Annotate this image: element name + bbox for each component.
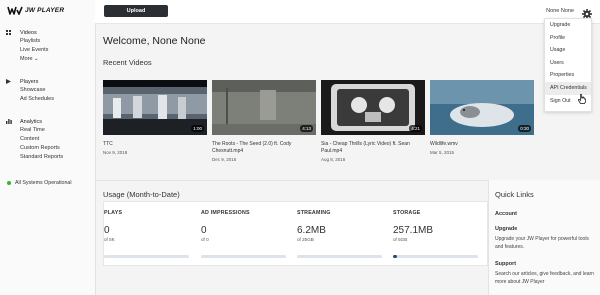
video-thumbnail[interactable]: 0:30 xyxy=(430,80,534,135)
upload-button[interactable]: Upload xyxy=(104,5,168,17)
video-title[interactable]: Sia - Cheap Thrills (Lyric Video) ft. Se… xyxy=(321,141,425,155)
stat-label: PLAYS xyxy=(104,210,123,216)
quick-link-account[interactable]: Account xyxy=(495,211,517,217)
quick-link-support-text: Search our articles, give feedback, and … xyxy=(495,271,594,285)
stat-ad-impressions: AD IMPRESSIONS 0 of 0 xyxy=(201,210,286,242)
usage-progress-bar xyxy=(104,255,189,258)
menu-item-profile[interactable]: Profile xyxy=(545,32,591,45)
nav-more[interactable]: More ⌄ xyxy=(0,55,95,64)
stat-value: 0 xyxy=(104,225,110,236)
video-duration: 0:30 xyxy=(518,125,531,132)
quick-link-support[interactable]: Support xyxy=(495,261,516,267)
nav-analytics-label: Analytics xyxy=(20,118,43,125)
nav-standard-reports[interactable]: Standard Reports xyxy=(0,153,95,162)
stat-value: 0 xyxy=(201,225,207,236)
video-thumbnail[interactable]: 1:00 xyxy=(103,80,207,135)
stat-limit: of 5K xyxy=(104,237,115,242)
video-card[interactable]: 4:21 Sia - Cheap Thrills (Lyric Video) f… xyxy=(321,80,425,162)
hand-cursor-icon xyxy=(578,91,586,109)
usage-card: PLAYS 0 of 5K AD IMPRESSIONS 0 of 0 STRE… xyxy=(103,201,488,266)
recent-videos-title: Recent Videos xyxy=(103,58,152,67)
system-status[interactable]: All Systems Operational xyxy=(7,180,72,186)
sidebar: JW PLAYER Videos Playlists Live Events M… xyxy=(0,0,96,295)
nav-content[interactable]: Content xyxy=(0,135,95,144)
play-icon xyxy=(6,79,15,84)
video-card[interactable]: 0:30 Wildlife.wmv Mar 5, 2015 xyxy=(430,80,534,155)
usage-progress-bar xyxy=(393,255,478,258)
nav-section-analytics: Analytics Real Time Content Custom Repor… xyxy=(0,117,95,162)
status-dot-icon xyxy=(7,181,11,185)
stat-plays: PLAYS 0 of 5K xyxy=(104,210,189,242)
video-title[interactable]: The Roots - The Seed (2.0) ft. Cody Ches… xyxy=(212,141,316,155)
video-date: Mar 5, 2015 xyxy=(430,150,455,155)
nav-section-videos: Videos Playlists Live Events More ⌄ xyxy=(0,28,95,64)
video-duration: 1:00 xyxy=(191,125,204,132)
nav-live-events[interactable]: Live Events xyxy=(0,46,95,55)
usage-progress-bar xyxy=(201,255,286,258)
usage-progress-bar xyxy=(297,255,382,258)
video-duration: 4:13 xyxy=(300,125,313,132)
quick-link-upgrade[interactable]: Upgrade xyxy=(495,226,517,232)
usage-progress-fill xyxy=(393,255,398,258)
nav-showcase[interactable]: Showcase xyxy=(0,86,95,95)
usage-title: Usage (Month-to-Date) xyxy=(103,190,180,199)
quick-links-title: Quick Links xyxy=(495,190,534,199)
menu-item-usage[interactable]: Usage xyxy=(545,44,591,57)
video-date: Nov 9, 2018 xyxy=(103,150,128,155)
nav-players[interactable]: Players xyxy=(0,77,95,86)
menu-item-properties[interactable]: Properties xyxy=(545,69,591,82)
nav-playlists[interactable]: Playlists xyxy=(0,37,95,46)
nav-custom-reports[interactable]: Custom Reports xyxy=(0,144,95,153)
jwplayer-logo-icon xyxy=(7,6,23,15)
logo-text: JW PLAYER xyxy=(25,7,65,14)
stat-streaming: STREAMING 6.2MB of 25GB xyxy=(297,210,382,242)
grid-icon xyxy=(6,30,15,35)
stat-label: AD IMPRESSIONS xyxy=(201,210,250,216)
bar-chart-icon xyxy=(6,119,15,124)
stat-limit: of 25GB xyxy=(297,237,314,242)
video-card[interactable]: 4:13 The Roots - The Seed (2.0) ft. Cody… xyxy=(212,80,316,162)
video-title[interactable]: Wildlife.wmv xyxy=(430,141,534,148)
stat-label: STORAGE xyxy=(393,210,421,216)
video-card[interactable]: 1:00 TTC Nov 9, 2018 xyxy=(103,80,207,155)
menu-item-upgrade[interactable]: Upgrade xyxy=(545,19,591,32)
stat-storage: STORAGE 257.1MB of 5GB xyxy=(393,210,478,242)
video-thumbnail[interactable]: 4:21 xyxy=(321,80,425,135)
video-duration: 4:21 xyxy=(409,125,422,132)
video-thumbnail[interactable]: 4:13 xyxy=(212,80,316,135)
stat-limit: of 0 xyxy=(201,237,209,242)
video-date: Dec 9, 2016 xyxy=(212,157,237,162)
video-date: Aug 8, 2016 xyxy=(321,157,346,162)
user-menu-name[interactable]: None None xyxy=(546,8,574,14)
menu-item-users[interactable]: Users xyxy=(545,57,591,70)
stat-value: 6.2MB xyxy=(297,225,326,236)
nav-players-label: Players xyxy=(20,78,39,85)
stat-label: STREAMING xyxy=(297,210,331,216)
stat-limit: of 5GB xyxy=(393,237,408,242)
top-bar: Upload None None xyxy=(95,0,600,24)
nav-videos-label: Videos xyxy=(20,29,37,36)
stat-value: 257.1MB xyxy=(393,225,434,236)
nav-section-players: Players Showcase Ad Schedules xyxy=(0,77,95,104)
nav-real-time[interactable]: Real Time xyxy=(0,126,95,135)
quick-link-upgrade-text: Upgrade your JW Player for powerful tool… xyxy=(495,236,589,250)
video-title[interactable]: TTC xyxy=(103,141,207,148)
nav-analytics[interactable]: Analytics xyxy=(0,117,95,126)
system-status-label: All Systems Operational xyxy=(15,180,72,186)
nav-ad-schedules[interactable]: Ad Schedules xyxy=(0,95,95,104)
quick-links-panel: Quick Links Account Upgrade Upgrade your… xyxy=(488,180,600,295)
welcome-heading: Welcome, None None xyxy=(103,35,206,47)
nav-videos[interactable]: Videos xyxy=(0,28,95,37)
jwplayer-logo[interactable]: JW PLAYER xyxy=(7,6,64,15)
